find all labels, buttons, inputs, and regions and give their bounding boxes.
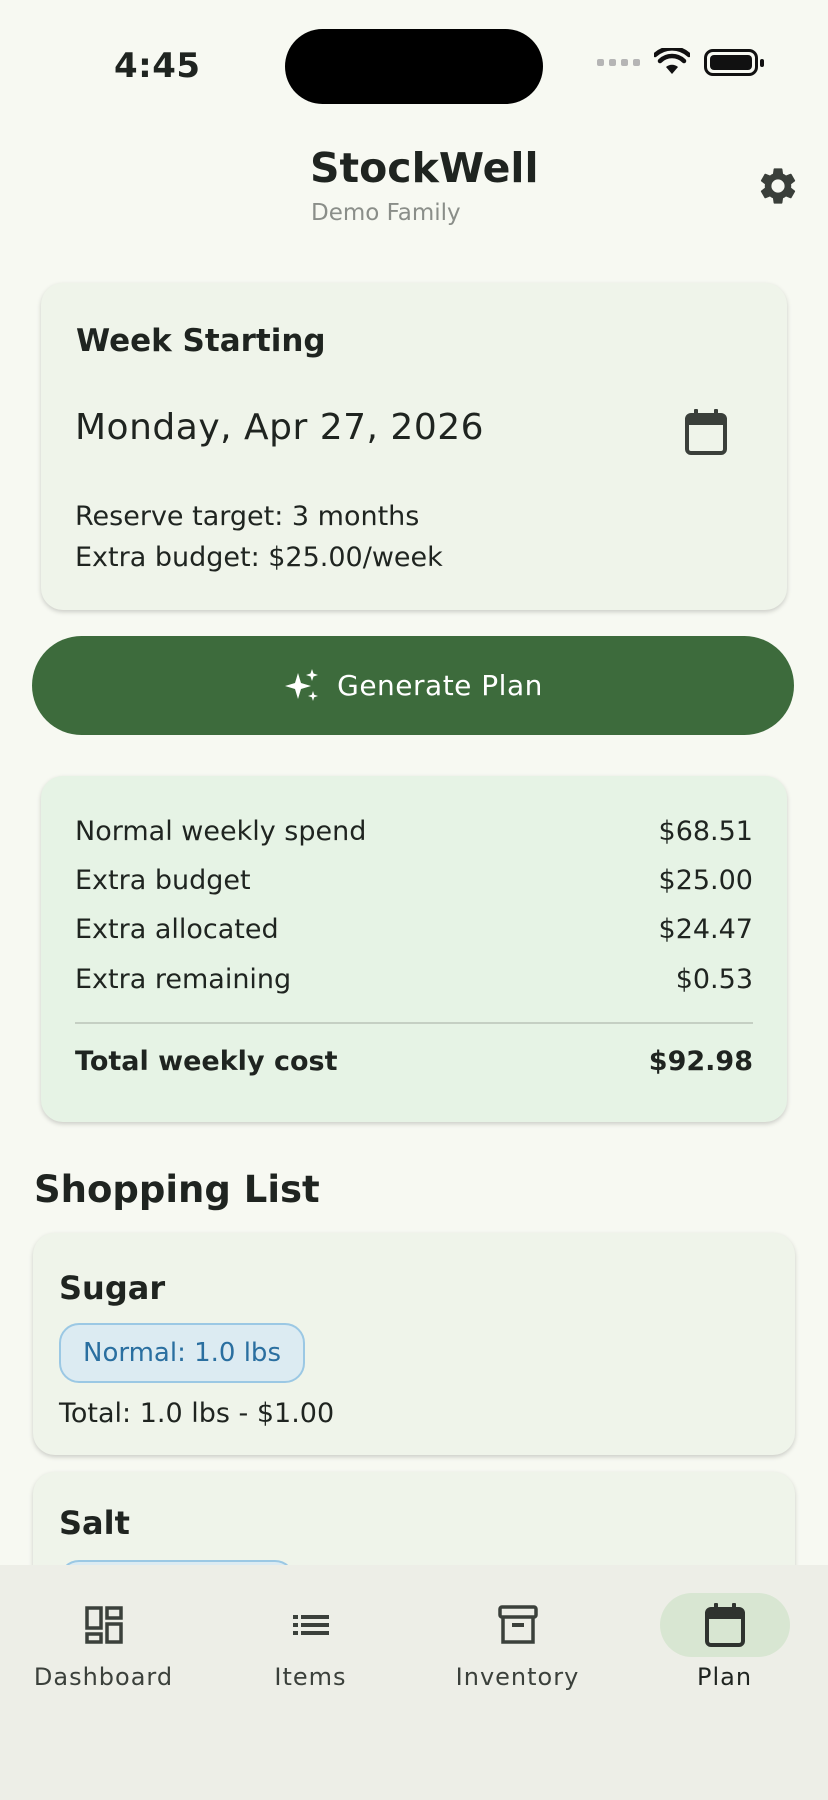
dynamic-island: [285, 29, 543, 104]
summary-row-label: Extra allocated: [75, 914, 279, 945]
summary-row-label: Extra remaining: [75, 964, 292, 995]
nav-dashboard[interactable]: Dashboard: [0, 1565, 207, 1705]
summary-row-label: Extra budget: [75, 865, 251, 896]
gear-icon[interactable]: [756, 164, 800, 208]
item-name: Salt: [59, 1504, 130, 1542]
extra-budget: Extra budget: $25.00/week: [75, 542, 443, 573]
cost-summary-card: Normal weekly spend $68.51 Extra budget …: [41, 776, 787, 1122]
bottom-navigation: Dashboard Items Inventory Plan: [0, 1565, 828, 1800]
plan-screen: 4:45 StockWell Demo Family Week Starting…: [0, 0, 828, 1800]
cellular-signal-icon: [597, 58, 640, 66]
summary-total-row: Total weekly cost $92.98: [75, 1046, 753, 1077]
wifi-icon: [654, 48, 690, 74]
nav-label: Dashboard: [33, 1663, 174, 1691]
week-starting-label: Week Starting: [76, 323, 326, 359]
quantity-chip: Normal: 1.0 lbs: [59, 1323, 305, 1383]
calendar-picker-icon[interactable]: [683, 407, 729, 457]
summary-row-value: $25.00: [658, 865, 753, 896]
nav-inventory[interactable]: Inventory: [414, 1565, 621, 1705]
list-icon: [292, 1615, 329, 1635]
battery-icon: [704, 48, 764, 76]
app-subtitle: Demo Family: [311, 200, 461, 226]
summary-row: Extra budget $25.00: [75, 865, 753, 896]
nav-plan[interactable]: Plan: [621, 1565, 828, 1705]
generate-plan-label: Generate Plan: [337, 669, 543, 702]
nav-label: Inventory: [455, 1663, 580, 1691]
summary-row-value: $0.53: [675, 964, 753, 995]
summary-row-label: Normal weekly spend: [75, 816, 367, 847]
active-indicator: [659, 1593, 790, 1657]
nav-label: Plan: [696, 1663, 753, 1691]
generate-plan-button[interactable]: Generate Plan: [32, 636, 794, 735]
summary-row: Extra allocated $24.47: [75, 914, 753, 945]
app-title: StockWell: [310, 144, 539, 192]
summary-row: Extra remaining $0.53: [75, 964, 753, 995]
summary-row: Normal weekly spend $68.51: [75, 816, 753, 847]
summary-divider: [75, 1022, 753, 1024]
week-card: Week Starting Monday, Apr 27, 2026 Reser…: [41, 283, 787, 610]
summary-total-value: $92.98: [648, 1046, 753, 1077]
reserve-target: Reserve target: 3 months: [75, 501, 420, 532]
archive-box-icon: [497, 1605, 538, 1644]
item-total: Total: 1.0 lbs - $1.00: [59, 1398, 335, 1429]
shopping-list-item[interactable]: Sugar Normal: 1.0 lbs Total: 1.0 lbs - $…: [33, 1233, 795, 1455]
shopping-list-title: Shopping List: [34, 1168, 320, 1211]
week-start-date[interactable]: Monday, Apr 27, 2026: [75, 407, 484, 448]
summary-row-value: $68.51: [658, 816, 753, 847]
status-icons: [597, 48, 764, 76]
summary-row-value: $24.47: [658, 914, 753, 945]
status-time: 4:45: [114, 46, 201, 86]
nav-items[interactable]: Items: [207, 1565, 414, 1705]
summary-total-label: Total weekly cost: [75, 1046, 338, 1077]
dashboard-icon: [84, 1606, 123, 1644]
item-name: Sugar: [59, 1269, 166, 1307]
calendar-icon: [704, 1603, 745, 1647]
sparkle-icon: [285, 668, 319, 701]
nav-label: Items: [274, 1663, 347, 1691]
